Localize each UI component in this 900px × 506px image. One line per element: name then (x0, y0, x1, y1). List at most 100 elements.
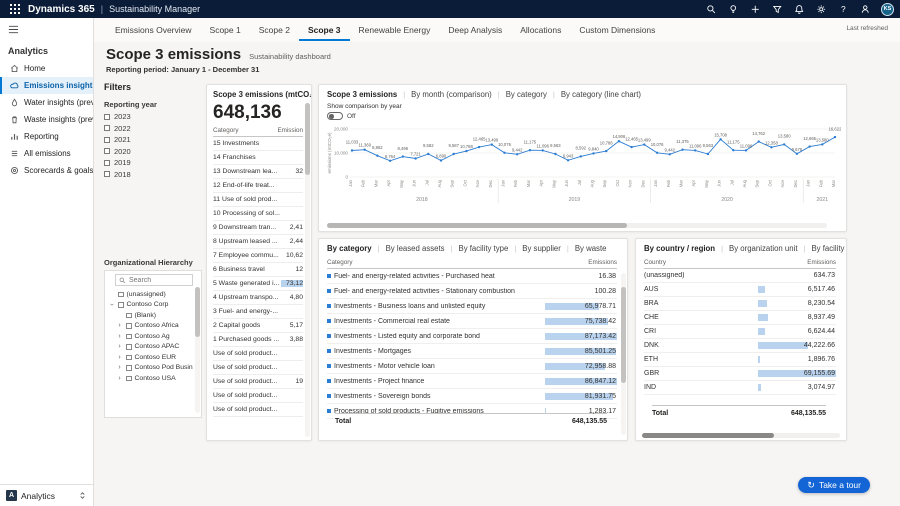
year-checkbox-2019[interactable]: 2019 (104, 157, 202, 169)
table-row[interactable]: CHE8,937.49 (644, 311, 836, 325)
table-row[interactable]: 8 Upstream leased ...2,44 (213, 235, 303, 249)
table-row[interactable]: Fuel- and energy-related activities - Pu… (327, 269, 617, 284)
chart-horizontal-scrollbar[interactable] (327, 223, 827, 228)
tab-by-waste[interactable]: By waste (575, 244, 607, 253)
tab-scope-1[interactable]: Scope 1 (201, 20, 250, 41)
tree-item-unassigned[interactable]: (unassigned) (108, 289, 193, 300)
take-a-tour-button[interactable]: ↻ Take a tour (798, 477, 870, 493)
tree-item-contoso-africa[interactable]: ›Contoso Africa (108, 321, 193, 332)
table-row[interactable]: 7 Employee commu...10,62 (213, 249, 303, 263)
chevron-right-icon[interactable]: › (116, 354, 123, 361)
table-row[interactable]: Investments - Mortgages85,501.25 (327, 344, 617, 359)
tab-scope-3[interactable]: Scope 3 (299, 20, 350, 41)
tab-by-leased-assets[interactable]: By leased assets (386, 244, 445, 253)
chevron-right-icon[interactable]: › (116, 375, 123, 382)
table-row[interactable]: DNK44,222.66 (644, 339, 836, 353)
table-row[interactable]: Fuel- and energy-related activities - St… (327, 284, 617, 299)
tree-item-contoso-pod-business[interactable]: ›Contoso Pod Business (108, 363, 193, 374)
area-switcher[interactable]: A Analytics (0, 484, 93, 506)
table-row[interactable]: CRI6,624.44 (644, 325, 836, 339)
tree-item-contoso-ag[interactable]: ›Contoso Ag (108, 331, 193, 342)
table-row[interactable]: 3 Fuel- and energy-... (213, 305, 303, 319)
sidebar-item-reporting[interactable]: Reporting (0, 128, 93, 145)
tree-item-contoso-apac[interactable]: ›Contoso APAC (108, 342, 193, 353)
table-row[interactable]: 12 End-of-life treat... (213, 179, 303, 193)
tree-item-contoso-eur[interactable]: ›Contoso EUR (108, 352, 193, 363)
sidebar-item-waste-insights-previ[interactable]: Waste insights (previ... (0, 111, 93, 128)
tab-by-category[interactable]: By category (506, 90, 547, 99)
tab-by-category-line-chart[interactable]: By category (line chart) (561, 90, 641, 99)
table-row[interactable]: Use of sold product...19 (213, 375, 303, 389)
table-row[interactable]: 14 Franchises (213, 151, 303, 165)
year-checkbox-2021[interactable]: 2021 (104, 134, 202, 146)
tab-allocations[interactable]: Allocations (511, 20, 570, 41)
tab-deep-analysis[interactable]: Deep Analysis (439, 20, 511, 41)
tab-by-facility-type[interactable]: By facility type (459, 244, 509, 253)
tab-scope-2[interactable]: Scope 2 (250, 20, 299, 41)
year-checkbox-2018[interactable]: 2018 (104, 169, 202, 181)
year-checkbox-2022[interactable]: 2022 (104, 123, 202, 135)
table-row[interactable]: 15 Investments (213, 137, 303, 151)
emissions-line-chart[interactable]: 010,00020,000emissions (mtCO₂e)11,03311,… (319, 120, 846, 209)
table-row[interactable]: 11 Use of sold prod... (213, 193, 303, 207)
table-row[interactable]: (unassigned)634.73 (644, 269, 836, 283)
table-row[interactable]: Use of sold product... (213, 403, 303, 417)
tree-item-contoso-usa[interactable]: ›Contoso USA (108, 373, 193, 384)
sidebar-item-all-emissions[interactable]: All emissions (0, 145, 93, 162)
tab-custom-dimensions[interactable]: Custom Dimensions (570, 20, 664, 41)
sidebar-item-emissions-insights[interactable]: Emissions insights (0, 77, 93, 94)
table-row[interactable]: Investments - Commercial real estate75,7… (327, 314, 617, 329)
table-row[interactable]: 1 Purchased goods ...3,88 (213, 333, 303, 347)
scope3-vertical-scrollbar[interactable] (305, 103, 310, 437)
avatar[interactable]: KS (881, 3, 894, 16)
table-row[interactable]: AUS6,517.46 (644, 283, 836, 297)
tab-by-country-region[interactable]: By country / region (644, 244, 715, 253)
year-checkbox-2023[interactable]: 2023 (104, 111, 202, 123)
tab-by-month-comparison[interactable]: By month (comparison) (411, 90, 492, 99)
tab-scope-3-emissions[interactable]: Scope 3 emissions (327, 90, 397, 99)
tree-vertical-scrollbar[interactable] (195, 287, 200, 413)
tree-item-blank[interactable]: (Blank) (108, 310, 193, 321)
waffle-menu-icon[interactable] (6, 4, 24, 14)
table-row[interactable]: Investments - Sovereign bonds81,931.75 (327, 389, 617, 404)
comparison-toggle[interactable] (327, 112, 343, 120)
by-category-vertical-scrollbar[interactable] (621, 273, 626, 435)
help-icon[interactable]: ? (833, 0, 853, 18)
chevron-right-icon[interactable]: › (116, 333, 123, 340)
table-row[interactable]: 13 Downstream lea...32 (213, 165, 303, 179)
search-icon[interactable] (701, 0, 721, 18)
lightbulb-icon[interactable] (723, 0, 743, 18)
table-row[interactable]: 5 Waste generated i...73,12 (213, 277, 303, 291)
org-search-input[interactable] (129, 277, 189, 284)
plus-icon[interactable] (745, 0, 765, 18)
country-horizontal-scrollbar[interactable] (642, 433, 840, 438)
sidebar-item-water-insights-previ[interactable]: Water insights (previ... (0, 94, 93, 111)
filter-icon[interactable] (767, 0, 787, 18)
hamburger-icon[interactable] (0, 18, 93, 40)
gear-icon[interactable] (811, 0, 831, 18)
table-row[interactable]: 4 Upstream transpo...4,80 (213, 291, 303, 305)
chevron-right-icon[interactable]: › (116, 364, 123, 371)
table-row[interactable]: Investments - Project finance86,847.12 (327, 374, 617, 389)
person-icon[interactable] (855, 0, 875, 18)
chevron-right-icon[interactable]: › (116, 322, 123, 329)
tree-item-contoso-corp[interactable]: ›Contoso Corp (108, 300, 193, 311)
table-row[interactable]: Investments - Listed equity and corporat… (327, 329, 617, 344)
table-row[interactable]: GBR69,155.69 (644, 367, 836, 381)
table-row[interactable]: Investments - Business loans and unliste… (327, 299, 617, 314)
table-row[interactable]: 9 Downstream tran...2,41 (213, 221, 303, 235)
table-row[interactable]: Investments - Motor vehicle loan72,958.8… (327, 359, 617, 374)
table-row[interactable]: 2 Capital goods5,17 (213, 319, 303, 333)
tab-emissions-overview[interactable]: Emissions Overview (106, 20, 201, 41)
tab-by-facility[interactable]: By facility (811, 244, 844, 253)
year-checkbox-2020[interactable]: 2020 (104, 146, 202, 158)
table-row[interactable]: Use of sold product... (213, 389, 303, 403)
sidebar-item-scorecards-goals[interactable]: Scorecards & goals (0, 162, 93, 179)
chevron-right-icon[interactable]: › (116, 343, 123, 350)
table-row[interactable]: ETH1,896.76 (644, 353, 836, 367)
table-row[interactable]: IND3,074.97 (644, 381, 836, 395)
table-row[interactable]: Use of sold product... (213, 347, 303, 361)
last-refreshed-link[interactable]: Last refreshed (846, 25, 888, 32)
table-row[interactable]: BRA8,230.54 (644, 297, 836, 311)
tab-by-organization-unit[interactable]: By organization unit (729, 244, 797, 253)
